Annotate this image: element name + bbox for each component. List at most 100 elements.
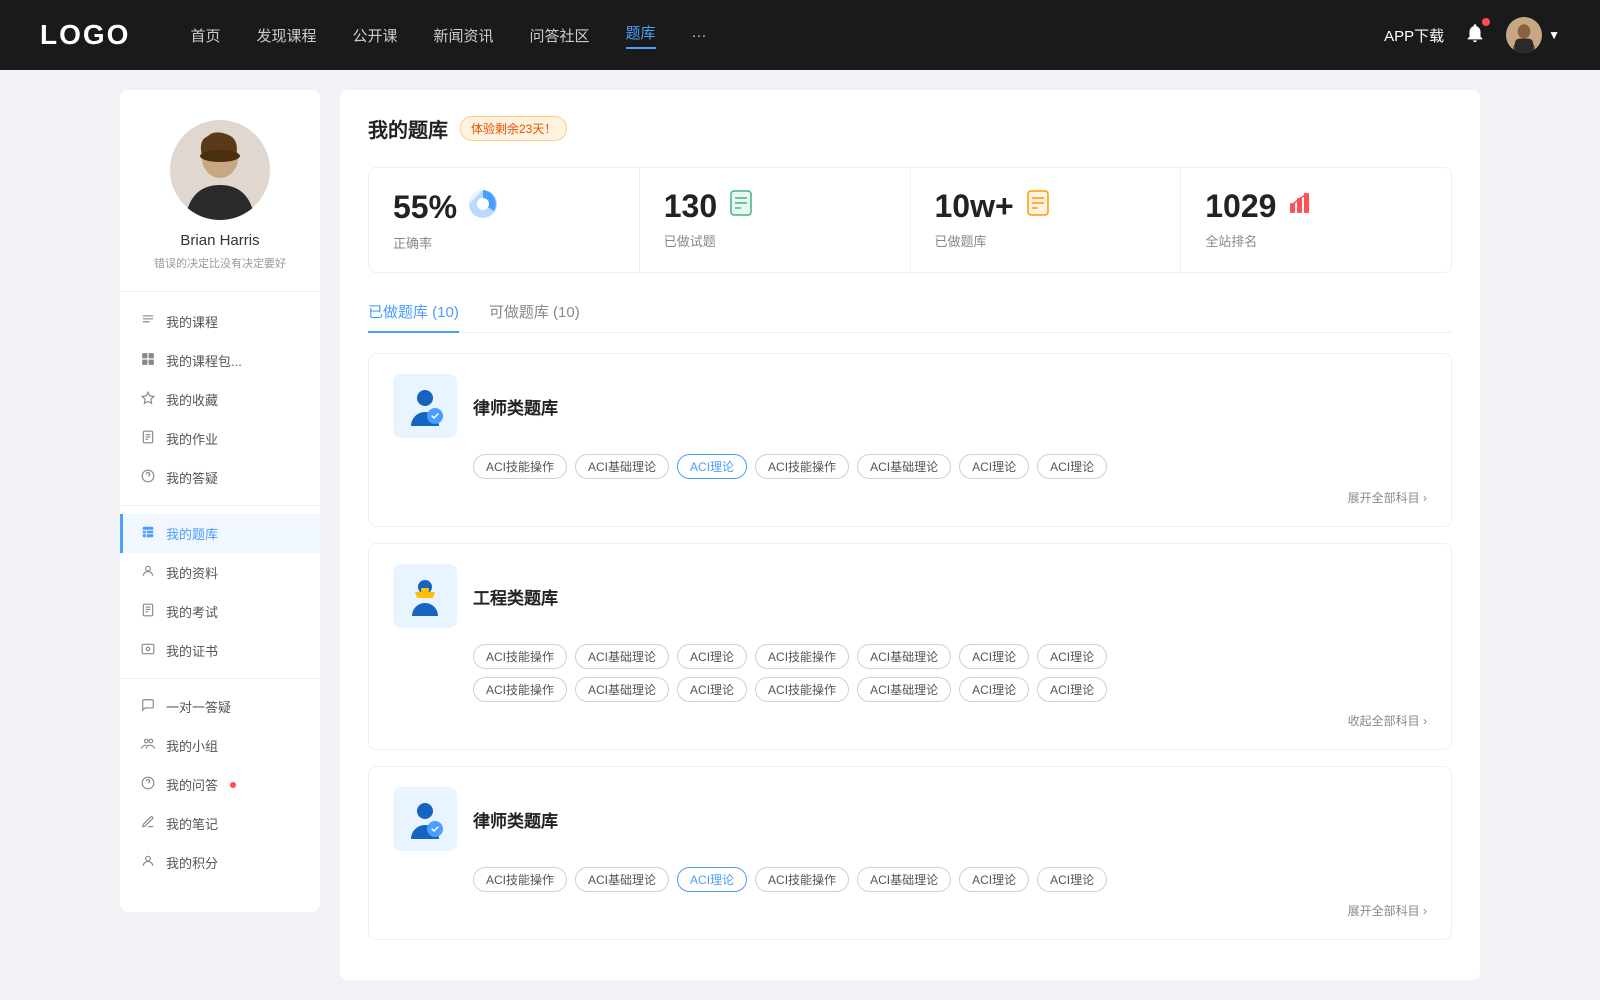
tag-0-1[interactable]: ACI基础理论 — [575, 454, 669, 479]
stat-top-done-questions: 130 — [664, 188, 886, 225]
tag-0-5[interactable]: ACI理论 — [959, 454, 1029, 479]
sidebar-label-mypoints: 我的积分 — [166, 853, 218, 872]
tag-1-0[interactable]: ACI技能操作 — [473, 644, 567, 669]
tab-available[interactable]: 可做题库 (10) — [489, 301, 580, 332]
sidebar-label-mycourse: 我的课程 — [166, 312, 218, 331]
sidebar-item-mypackage[interactable]: 我的课程包... — [120, 341, 320, 380]
myqa-icon — [140, 469, 156, 486]
qbank-tags-1-row2: ACI技能操作 ACI基础理论 ACI理论 ACI技能操作 ACI基础理论 AC… — [473, 677, 1427, 702]
tag-1-5[interactable]: ACI理论 — [959, 644, 1029, 669]
sidebar-item-qbank[interactable]: 我的题库 — [120, 514, 320, 553]
user-avatar — [1506, 17, 1542, 53]
tag-1-r2-3[interactable]: ACI技能操作 — [755, 677, 849, 702]
tag-1-r2-0[interactable]: ACI技能操作 — [473, 677, 567, 702]
mycourse-icon — [140, 313, 156, 330]
tag-1-4[interactable]: ACI基础理论 — [857, 644, 951, 669]
qbank-header-1: 工程类题库 — [393, 564, 1427, 628]
stat-label-rank: 全站排名 — [1205, 231, 1427, 250]
expand-link-1[interactable]: 收起全部科目 › — [1348, 712, 1427, 729]
tag-2-0[interactable]: ACI技能操作 — [473, 867, 567, 892]
stat-done-banks: 10w+ 已做题库 — [911, 168, 1182, 272]
tag-0-2[interactable]: ACI理论 — [677, 454, 747, 479]
tag-0-4[interactable]: ACI基础理论 — [857, 454, 951, 479]
tag-1-r2-1[interactable]: ACI基础理论 — [575, 677, 669, 702]
tabs: 已做题库 (10) 可做题库 (10) — [368, 301, 1452, 333]
expand-link-0[interactable]: 展开全部科目 › — [1348, 489, 1427, 506]
tag-0-0[interactable]: ACI技能操作 — [473, 454, 567, 479]
myanswer-icon — [140, 776, 156, 793]
expand-link-2[interactable]: 展开全部科目 › — [1348, 902, 1427, 919]
tag-2-2[interactable]: ACI理论 — [677, 867, 747, 892]
tag-2-4[interactable]: ACI基础理论 — [857, 867, 951, 892]
sidebar-item-mycourse[interactable]: 我的课程 — [120, 302, 320, 341]
user-avatar-wrap[interactable]: ▼ — [1506, 17, 1560, 53]
qbank-tags-2: ACI技能操作 ACI基础理论 ACI理论 ACI技能操作 ACI基础理论 AC… — [473, 867, 1427, 892]
nav-qbank[interactable]: 题库 — [626, 22, 656, 49]
qbank-footer-0: 展开全部科目 › — [393, 489, 1427, 506]
sidebar-label-myanswer: 我的问答 — [166, 775, 218, 794]
tag-2-1[interactable]: ACI基础理论 — [575, 867, 669, 892]
sidebar-label-homework: 我的作业 — [166, 429, 218, 448]
qbank-item-0: 律师类题库 ACI技能操作 ACI基础理论 ACI理论 ACI技能操作 ACI基… — [368, 353, 1452, 527]
sidebar-item-mycert[interactable]: 我的证书 — [120, 631, 320, 670]
logo: LOGO — [40, 19, 130, 51]
sidebar-profile: Brian Harris 错误的决定比没有决定要好 — [120, 110, 320, 292]
qbank-header-0: 律师类题库 — [393, 374, 1427, 438]
tag-2-5[interactable]: ACI理论 — [959, 867, 1029, 892]
favorites-icon — [140, 391, 156, 408]
sidebar-item-homework[interactable]: 我的作业 — [120, 419, 320, 458]
tag-2-6[interactable]: ACI理论 — [1037, 867, 1107, 892]
stat-accuracy: 55% 正确率 — [369, 168, 640, 272]
tag-0-3[interactable]: ACI技能操作 — [755, 454, 849, 479]
sidebar-label-myprofile: 我的资料 — [166, 563, 218, 582]
mypoints-icon — [140, 854, 156, 871]
tag-1-2[interactable]: ACI理论 — [677, 644, 747, 669]
tag-1-r2-2[interactable]: ACI理论 — [677, 677, 747, 702]
notification-badge — [1482, 18, 1490, 26]
nav-discover[interactable]: 发现课程 — [256, 25, 316, 46]
answer-red-dot — [230, 782, 236, 788]
sidebar-item-myqa[interactable]: 我的答疑 — [120, 458, 320, 497]
sidebar-item-mynote[interactable]: 我的笔记 — [120, 804, 320, 843]
nav-qa[interactable]: 问答社区 — [530, 25, 590, 46]
tag-1-r2-4[interactable]: ACI基础理论 — [857, 677, 951, 702]
qbank-title-2: 律师类题库 — [473, 807, 558, 832]
stat-top-accuracy: 55% — [393, 188, 615, 227]
divider2 — [120, 678, 320, 679]
sidebar-item-oneone[interactable]: 一对一答疑 — [120, 687, 320, 726]
nav-menu: 首页 发现课程 公开课 新闻资讯 问答社区 题库 ··· — [190, 22, 1384, 49]
sidebar-item-myexam[interactable]: 我的考试 — [120, 592, 320, 631]
sidebar-item-favorites[interactable]: 我的收藏 — [120, 380, 320, 419]
qbank-title-1: 工程类题库 — [473, 584, 558, 609]
profile-motto: 错误的决定比没有决定要好 — [154, 255, 286, 271]
sidebar-item-myanswer[interactable]: 我的问答 — [120, 765, 320, 804]
tag-1-3[interactable]: ACI技能操作 — [755, 644, 849, 669]
sidebar-item-myprofile[interactable]: 我的资料 — [120, 553, 320, 592]
tag-1-r2-6[interactable]: ACI理论 — [1037, 677, 1107, 702]
tag-1-1[interactable]: ACI基础理论 — [575, 644, 669, 669]
stat-value-rank: 1029 — [1205, 188, 1276, 225]
tab-done[interactable]: 已做题库 (10) — [368, 301, 459, 332]
app-download-button[interactable]: APP下载 — [1384, 25, 1444, 46]
nav-home[interactable]: 首页 — [190, 25, 220, 46]
sidebar-label-mypackage: 我的课程包... — [166, 351, 242, 370]
tag-2-3[interactable]: ACI技能操作 — [755, 867, 849, 892]
sidebar-label-mynote: 我的笔记 — [166, 814, 218, 833]
tag-1-6[interactable]: ACI理论 — [1037, 644, 1107, 669]
nav-more[interactable]: ··· — [692, 27, 707, 44]
divider1 — [120, 505, 320, 506]
nav-news[interactable]: 新闻资讯 — [434, 25, 494, 46]
notification-bell[interactable] — [1464, 22, 1486, 48]
qbank-icon-lawyer-2 — [393, 787, 457, 851]
qbank-item-2: 律师类题库 ACI技能操作 ACI基础理论 ACI理论 ACI技能操作 ACI基… — [368, 766, 1452, 940]
qbank-tags-0: ACI技能操作 ACI基础理论 ACI理论 ACI技能操作 ACI基础理论 AC… — [473, 454, 1427, 479]
sidebar-menu: 我的课程 我的课程包... 我的收藏 我的作业 — [120, 292, 320, 892]
sidebar-item-mypoints[interactable]: 我的积分 — [120, 843, 320, 882]
qbank-header-2: 律师类题库 — [393, 787, 1427, 851]
tag-0-6[interactable]: ACI理论 — [1037, 454, 1107, 479]
myexam-icon — [140, 603, 156, 620]
pie-chart-icon — [467, 188, 499, 227]
nav-opencourse[interactable]: 公开课 — [352, 25, 397, 46]
sidebar-item-mygroup[interactable]: 我的小组 — [120, 726, 320, 765]
tag-1-r2-5[interactable]: ACI理论 — [959, 677, 1029, 702]
